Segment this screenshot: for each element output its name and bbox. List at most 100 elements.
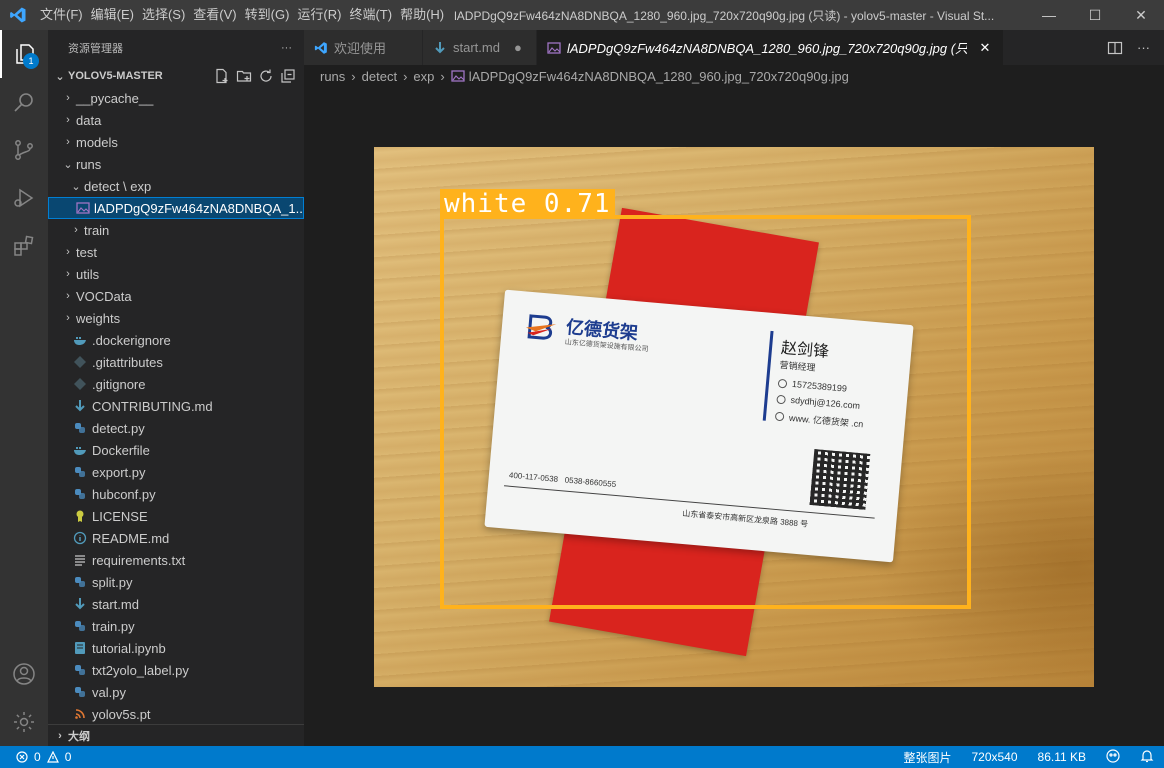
tree-file[interactable]: train.py — [48, 615, 304, 637]
menu-item[interactable]: 选择(S) — [138, 0, 189, 30]
close-window-button[interactable]: ✕ — [1118, 0, 1164, 30]
tree-file[interactable]: hubconf.py — [48, 483, 304, 505]
tree-file[interactable]: .dockerignore — [48, 329, 304, 351]
tree-file[interactable]: txt2yolo_label.py — [48, 659, 304, 681]
tree-file[interactable]: CONTRIBUTING.md — [48, 395, 304, 417]
tree-folder[interactable]: › __pycache__ — [48, 87, 304, 109]
tree-file[interactable]: start.md — [48, 593, 304, 615]
tree-file[interactable]: .gitattributes — [48, 351, 304, 373]
breadcrumb-item[interactable]: exp — [413, 69, 434, 84]
tree-folder[interactable]: › VOCData — [48, 285, 304, 307]
error-icon — [16, 751, 28, 763]
tree-folder[interactable]: › data — [48, 109, 304, 131]
menu-item[interactable]: 转到(G) — [241, 0, 294, 30]
tree-file[interactable]: split.py — [48, 571, 304, 593]
tree-file[interactable]: tutorial.ipynb — [48, 637, 304, 659]
tree-file[interactable]: LICENSE — [48, 505, 304, 527]
extensions-icon[interactable] — [0, 222, 48, 270]
tree-file[interactable]: README.md — [48, 527, 304, 549]
zoom-status[interactable]: 整张图片 — [893, 749, 961, 766]
project-section-header[interactable]: ⌄ YOLOV5-MASTER — [48, 65, 304, 87]
more-editor-actions-icon[interactable]: ··· — [1137, 40, 1150, 55]
menu-item[interactable]: 帮助(H) — [396, 0, 448, 30]
tree-file[interactable]: export.py — [48, 461, 304, 483]
source-control-icon[interactable] — [0, 126, 48, 174]
breadcrumb-item[interactable]: runs — [320, 69, 345, 84]
file-size: 86.11 KB — [1037, 750, 1086, 764]
explorer-icon[interactable]: 1 — [0, 30, 48, 78]
editor-tab[interactable]: start.md ● — [423, 30, 537, 65]
tree-folder[interactable]: › weights — [48, 307, 304, 329]
more-actions-button[interactable]: ··· — [281, 42, 292, 54]
menu-item[interactable]: 文件(F) — [36, 0, 87, 30]
tree-file[interactable]: requirements.txt — [48, 549, 304, 571]
tree-folder[interactable]: › utils — [48, 263, 304, 285]
problems-status[interactable]: 0 0 — [0, 750, 71, 764]
tree-item-label: CONTRIBUTING.md — [92, 398, 213, 414]
tree-file[interactable]: detect.py — [48, 417, 304, 439]
editor-tab[interactable]: 欢迎使用 — [304, 30, 424, 65]
menu-item[interactable]: 查看(V) — [189, 0, 240, 30]
tree-item-label: test — [76, 244, 97, 260]
tree-file[interactable]: lADPDgQ9zFw464zNA8DNBQA_1... — [48, 197, 304, 219]
warning-icon — [46, 751, 59, 763]
docker-file-icon — [72, 442, 88, 458]
tree-item-label: yolov5s.pt — [92, 706, 151, 722]
menu-item[interactable]: 编辑(E) — [87, 0, 138, 30]
vscode-logo-icon[interactable] — [0, 0, 36, 30]
tree-file[interactable]: yolov5s.pt — [48, 703, 304, 725]
model-file-icon — [72, 706, 88, 722]
image-file-icon — [451, 69, 465, 83]
editor-tab[interactable]: lADPDgQ9zFw464zNA8DNBQA_1280_960.jpg_720… — [536, 30, 1004, 65]
outline-title: 大纲 — [68, 730, 90, 743]
refresh-icon[interactable] — [258, 68, 274, 84]
split-editor-icon[interactable] — [1107, 40, 1123, 56]
image-file-icon — [76, 200, 90, 216]
explorer-sidebar: 资源管理器 ··· ⌄ YOLOV5-MASTER › __pycache__ › d… — [48, 30, 304, 746]
chevron-right-icon: › — [66, 246, 70, 258]
notebook-file-icon — [72, 640, 88, 656]
breadcrumb-item[interactable]: detect — [362, 69, 397, 84]
outline-section-header[interactable]: › 大纲 — [48, 724, 304, 746]
maximize-button[interactable]: ☐ — [1072, 0, 1118, 30]
notifications-bell-icon[interactable] — [1130, 749, 1164, 766]
tree-item-label: split.py — [92, 574, 133, 590]
menu-item[interactable]: 终端(T) — [345, 0, 396, 30]
settings-gear-icon[interactable] — [0, 698, 48, 746]
tree-item-label: start.md — [92, 596, 139, 612]
status-bar: 0 0 整张图片 720x540 86.11 KB — [0, 746, 1164, 768]
search-icon[interactable] — [0, 78, 48, 126]
python-file-icon — [72, 464, 88, 480]
account-icon[interactable] — [0, 650, 48, 698]
tree-item-label: Dockerfile — [92, 442, 150, 458]
minimize-button[interactable]: — — [1026, 0, 1072, 30]
tree-file[interactable]: Dockerfile — [48, 439, 304, 461]
image-viewer: 亿德货架 山东亿德货架设施有限公司 赵剑锋 营销经理 15725389199 s… — [304, 87, 1164, 746]
menu-item[interactable]: 运行(R) — [293, 0, 345, 30]
tree-folder[interactable]: ⌄ runs — [48, 153, 304, 175]
tree-file[interactable]: .gitignore — [48, 373, 304, 395]
chevron-right-icon: › — [66, 312, 70, 324]
title-bar: 文件(F) 编辑(E) 选择(S) 查看(V) 转到(G) 运行(R) 终端(T) 帮助(H)… — [0, 0, 1164, 30]
new-file-icon[interactable] — [214, 68, 230, 84]
unsaved-dot-icon[interactable]: ● — [510, 40, 526, 55]
chevron-right-icon: › — [66, 136, 70, 148]
tree-item-label: runs — [76, 156, 102, 172]
image-icon — [547, 41, 561, 55]
new-folder-icon[interactable] — [236, 68, 252, 84]
tree-folder[interactable]: › train — [48, 219, 304, 241]
run-debug-icon[interactable] — [0, 174, 48, 222]
tree-folder[interactable]: › models — [48, 131, 304, 153]
close-tab-icon[interactable]: ✕ — [977, 40, 993, 56]
tree-file[interactable]: val.py — [48, 681, 304, 703]
project-name: YOLOV5-MASTER — [68, 70, 163, 82]
error-count: 0 — [34, 750, 41, 764]
activity-bar: 1 — [0, 30, 48, 746]
collapse-all-icon[interactable] — [280, 68, 296, 84]
tree-folder[interactable]: › test — [48, 241, 304, 263]
chevron-right-icon: › — [440, 68, 445, 84]
breadcrumb-item[interactable]: lADPDgQ9zFw464zNA8DNBQA_1280_960.jpg_720… — [469, 69, 849, 84]
tree-folder[interactable]: ⌄ detect \ exp — [48, 175, 304, 197]
chevron-right-icon: › — [74, 224, 78, 236]
feedback-icon[interactable] — [1096, 748, 1130, 766]
